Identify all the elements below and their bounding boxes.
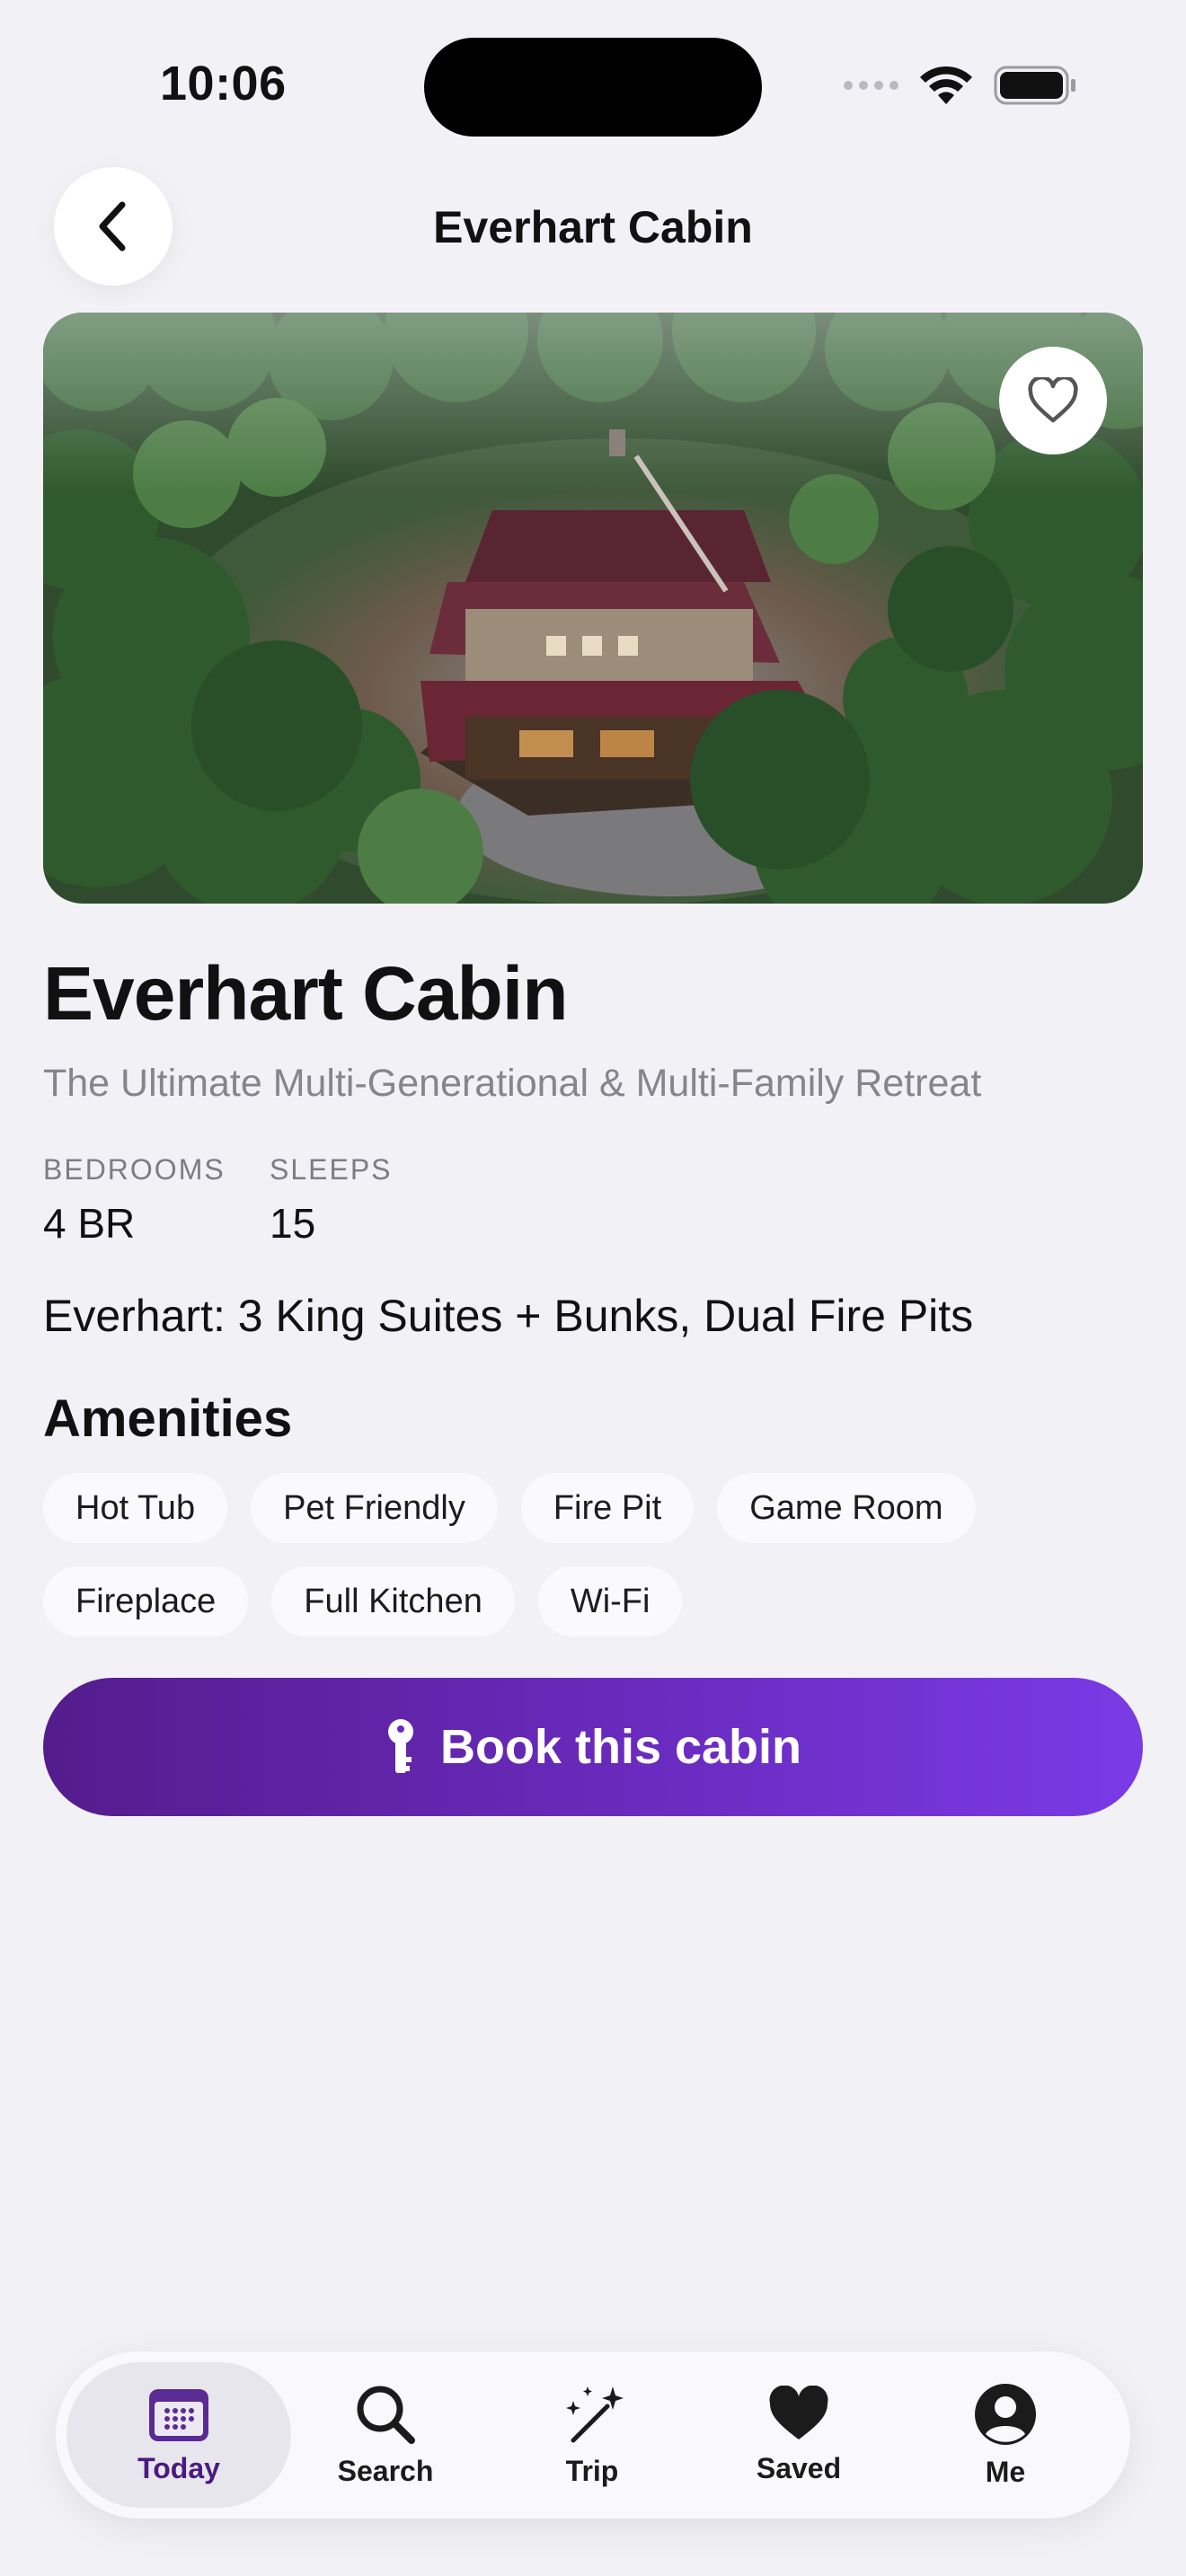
tab-today[interactable]: Today [66, 2362, 291, 2508]
book-cabin-button[interactable]: Book this cabin [43, 1678, 1143, 1816]
stat-bedrooms: BEDROOMS 4 BR [43, 1153, 226, 1248]
stat-sleeps: SLEEPS 15 [270, 1153, 393, 1248]
amenity-chip: Pet Friendly [251, 1473, 498, 1543]
page-title: Everhart Cabin [433, 202, 753, 252]
amenities-list: Hot Tub Pet Friendly Fire Pit Game Room … [43, 1473, 1143, 1660]
tab-label: Saved [756, 2451, 842, 2484]
calendar-icon [149, 2388, 208, 2441]
tab-search[interactable]: Search [273, 2362, 498, 2508]
battery-icon [994, 66, 1075, 105]
dynamic-island [424, 38, 762, 137]
cabin-photo [43, 313, 1143, 904]
amenity-chip: Game Room [717, 1473, 976, 1543]
amenities-title: Amenities [43, 1389, 293, 1448]
heart-icon [769, 2385, 828, 2439]
tab-label: Search [337, 2454, 434, 2487]
tab-label: Today [137, 2451, 220, 2484]
search-icon [357, 2386, 415, 2444]
stat-label: SLEEPS [270, 1153, 393, 1186]
favorite-button[interactable] [999, 347, 1107, 454]
cabin-hero-image [43, 313, 1143, 904]
amenity-chip: Full Kitchen [271, 1566, 515, 1636]
stat-value: 4 BR [43, 1200, 136, 1247]
status-time: 10:06 [160, 57, 287, 110]
wifi-icon [920, 66, 972, 104]
listing-name: Everhart Cabin [43, 951, 569, 1036]
amenity-chip: Hot Tub [43, 1473, 228, 1543]
tab-bar: Today Search Trip Saved Me [56, 2351, 1130, 2519]
amenity-chip: Fireplace [43, 1566, 249, 1636]
book-button-label: Book this cabin [439, 1720, 802, 1774]
tab-trip[interactable]: Trip [480, 2362, 704, 2508]
magic-wand-icon [566, 2386, 624, 2442]
cabin-detail-screen: 10:06 Everhart Cabin Everhart Cabin The … [0, 0, 1186, 2576]
person-icon [975, 2383, 1036, 2445]
heart-outline-icon [1028, 377, 1078, 423]
cellular-signal-icon [844, 81, 898, 90]
tab-label: Trip [565, 2454, 619, 2487]
stat-value: 15 [270, 1200, 316, 1247]
tab-me[interactable]: Me [893, 2362, 1118, 2508]
tab-saved[interactable]: Saved [686, 2362, 911, 2508]
listing-headline: Everhart: 3 King Suites + Bunks, Dual Fi… [43, 1291, 974, 1341]
amenity-chip: Fire Pit [520, 1473, 695, 1543]
status-icons [844, 65, 1078, 106]
tab-label: Me [985, 2455, 1026, 2488]
stat-label: BEDROOMS [43, 1153, 226, 1186]
key-icon [387, 1719, 413, 1773]
amenity-chip: Wi-Fi [537, 1566, 683, 1636]
listing-tagline: The Ultimate Multi-Generational & Multi-… [43, 1062, 982, 1105]
